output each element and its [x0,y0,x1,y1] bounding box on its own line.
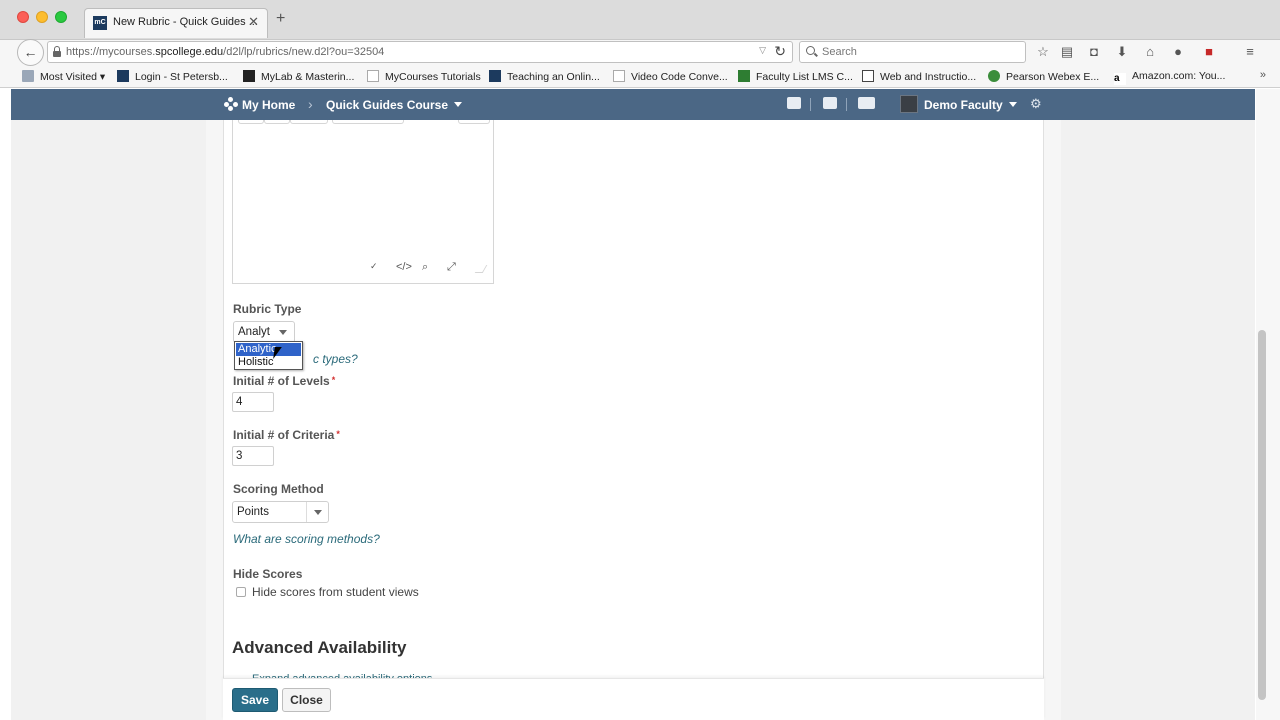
message-alerts-icon[interactable] [787,97,801,109]
bookmark-item[interactable]: Video Code Conve... [613,70,728,83]
subscription-alerts-icon[interactable] [858,97,875,109]
chevron-down-icon [306,502,328,522]
new-tab-icon[interactable]: + [276,11,285,27]
rubric-types-help-link[interactable]: c types? [313,352,358,366]
d2l-icon [489,70,501,82]
tab-title: New Rubric - Quick Guides ... [113,16,258,28]
browser-toolbar: ← https://mycourses.spcollege.edu/d2l/lp… [0,39,1280,66]
address-bar[interactable]: https://mycourses.spcollege.edu/d2l/lp/r… [47,41,793,63]
course-selector[interactable]: Quick Guides Course [326,98,463,112]
save-button[interactable]: Save [232,688,278,712]
chevron-right-icon: › [308,96,313,112]
resize-handle-icon[interactable] [474,265,488,273]
pocket-icon[interactable]: ◘ [1086,43,1102,61]
page-icon [367,70,379,82]
bookmark-star-icon[interactable]: ☆ [1035,43,1051,61]
menu-icon[interactable]: ≡ [1242,43,1258,61]
home-icon[interactable]: ⌂ [1142,43,1158,61]
bookmark-item[interactable]: Most Visited ▾ [22,70,105,83]
reading-list-icon[interactable]: ▤ [1059,43,1075,61]
user-menu[interactable]: Demo Faculty [924,98,1017,112]
bookmark-item[interactable]: Faculty List LMS C... [738,70,853,83]
bookmarks-bar: Most Visited ▾ Login - St Petersb... MyL… [0,66,1280,88]
scrollbar-thumb[interactable] [1258,330,1266,700]
hide-scores-checkbox[interactable] [236,587,246,597]
source-code-icon[interactable]: </> [396,261,412,273]
d2l-navbar: My Home › Quick Guides Course Demo Facul… [11,89,1255,120]
pearson-icon [243,70,255,82]
bookmark-item[interactable]: Pearson Webex E... [988,70,1099,83]
chat-icon[interactable]: ● [1170,43,1186,61]
url-text[interactable]: https://mycourses.spcollege.edu/d2l/lp/r… [66,46,384,58]
editor-toolbar-button[interactable] [458,120,490,124]
update-alerts-icon[interactable] [823,97,837,109]
spellcheck-icon[interactable]: ✓ [370,261,378,272]
more-bookmarks-icon[interactable]: » [1260,69,1266,81]
fullscreen-icon[interactable]: ⤢ [447,261,456,274]
tab-close-icon[interactable]: ✕ [248,14,259,30]
rubric-type-dropdown: Analytic Holistic [234,341,303,370]
bookmark-item[interactable]: MyLab & Masterin... [243,70,354,83]
form-footer [223,678,1044,720]
globe-icon [988,70,1000,82]
window-zoom-button[interactable] [55,11,67,23]
d2l-favicon-icon: mC [93,16,107,30]
rubric-type-label: Rubric Type [233,302,302,316]
criteria-label: Initial # of Criteria * [233,428,340,442]
scoring-method-label: Scoring Method [233,482,324,496]
page-icon [613,70,625,82]
scoring-methods-help-link[interactable]: What are scoring methods? [233,532,380,546]
editor-toolbar-button[interactable] [332,120,404,124]
nav-divider [846,98,847,111]
option-holistic[interactable]: Holistic [236,356,301,369]
spreadsheet-icon [738,70,750,82]
preview-icon[interactable]: ⌕ [422,261,428,274]
d2l-logo-icon[interactable] [224,97,238,111]
option-analytic[interactable]: Analytic [236,343,301,356]
window-minimize-button[interactable] [36,11,48,23]
levels-label: Initial # of Levels * [233,374,336,388]
extension-icon[interactable]: ■ [1201,43,1217,61]
editor-toolbar-button[interactable] [264,120,290,124]
url-history-dropdown-icon[interactable]: ▽ [759,45,766,56]
levels-input[interactable]: 4 [232,392,274,412]
browser-tab[interactable]: mC New Rubric - Quick Guides ... ✕ [84,8,268,38]
description-editor[interactable]: ✓ </> ⌕ ⤢ [232,120,494,284]
amazon-icon: a [1114,73,1126,85]
spc-icon [862,70,874,82]
bookmark-item[interactable]: MyCourses Tutorials [367,70,481,83]
back-arrow-icon[interactable]: ← [17,39,44,66]
hide-scores-label: Hide Scores [233,567,303,581]
editor-toolbar-button[interactable] [238,120,264,124]
chevron-down-icon [272,322,294,342]
caret-down-icon [1008,102,1017,107]
bookmark-item[interactable]: Login - St Petersb... [117,70,228,83]
scoring-method-select[interactable]: Points [232,501,329,523]
advanced-availability-heading: Advanced Availability [232,638,407,657]
my-home-link[interactable]: My Home [242,98,295,112]
browser-search-input[interactable]: Search [799,41,1026,63]
gear-icon[interactable]: ⚙ [1030,96,1042,112]
caret-down-icon [454,102,463,107]
d2l-icon [117,70,129,82]
close-button[interactable]: Close [282,688,331,712]
editor-toolbar-button[interactable] [290,120,328,124]
folder-icon [22,70,34,82]
hide-scores-checkbox-label[interactable]: Hide scores from student views [252,585,419,599]
download-icon[interactable]: ⬇ [1114,43,1130,61]
window-close-button[interactable] [17,11,29,23]
avatar[interactable] [900,95,918,113]
browser-titlebar: mC New Rubric - Quick Guides ... ✕ + [0,0,1280,40]
bookmark-item[interactable]: Web and Instructio... [862,70,976,83]
lock-icon [53,46,61,57]
bookmark-item[interactable]: Teaching an Onlin... [489,70,600,83]
rubric-type-select[interactable]: Analyt [233,321,295,343]
reload-icon[interactable]: ↻ [774,43,786,60]
search-icon [806,46,815,55]
bookmark-item[interactable]: a Amazon.com: You... [1114,70,1225,85]
nav-divider [810,98,811,111]
criteria-input[interactable]: 3 [232,446,274,466]
